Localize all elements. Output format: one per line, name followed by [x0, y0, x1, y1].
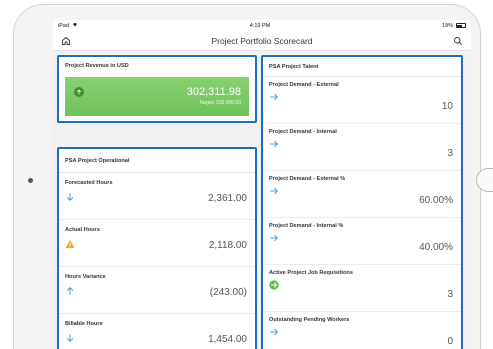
talent-panel: PSA Project Talent Project Demand - Exte…: [261, 55, 463, 349]
metric-value: 2,361.00: [208, 193, 247, 204]
metric-value: 40.00%: [419, 242, 453, 253]
status-left: iPad: [58, 22, 78, 29]
wifi-icon: [72, 22, 78, 29]
metric-demand-external[interactable]: Project Demand - External 10: [263, 77, 461, 124]
revenue-panel[interactable]: Project Revenue in USD 302,311.98 Target…: [57, 55, 257, 123]
camera-dot: [28, 178, 33, 183]
battery-icon: [455, 23, 466, 28]
metric-actual-hours[interactable]: Actual Hours 2,118.00: [59, 220, 255, 267]
arrow-down-icon: [65, 192, 75, 202]
arrow-right-icon: [269, 233, 279, 243]
metric-label: Hours Variance: [65, 274, 106, 280]
revenue-target: Target: 310,000.00: [199, 100, 241, 106]
metric-label: Active Project Job Requisitions: [269, 270, 353, 276]
arrow-right-icon: [269, 92, 279, 102]
search-icon[interactable]: [452, 35, 464, 47]
dashboard-content: Project Revenue in USD 302,311.98 Target…: [53, 51, 471, 349]
metric-demand-internal-pct[interactable]: Project Demand - Internal % 40.00%: [263, 218, 461, 265]
metric-value: 60.00%: [419, 195, 453, 206]
metric-demand-internal[interactable]: Project Demand - Internal 3: [263, 124, 461, 171]
revenue-tile[interactable]: 302,311.98 Target: 310,000.00: [65, 77, 249, 116]
metric-label: Project Demand - External: [269, 82, 339, 88]
metric-forecasted-hours[interactable]: Forecasted Hours 2,361.00: [59, 173, 255, 220]
revenue-title: Project Revenue in USD: [65, 63, 129, 69]
arrow-down-icon: [65, 333, 75, 343]
nav-bar: Project Portfolio Scorecard: [53, 31, 471, 51]
operational-title: PSA Project Operational: [59, 149, 255, 173]
page-title: Project Portfolio Scorecard: [211, 35, 313, 46]
talent-title: PSA Project Talent: [263, 57, 461, 77]
metric-label: Actual Hours: [65, 227, 100, 233]
battery-percent: 19%: [441, 22, 453, 29]
home-button: [476, 168, 493, 192]
metric-hours-variance[interactable]: Hours Variance (243.00): [59, 267, 255, 314]
metric-label: Billable Hours: [65, 321, 103, 327]
arrow-right-icon: [269, 139, 279, 149]
metric-billable-hours[interactable]: Billable Hours 1,454.00: [59, 314, 255, 349]
metric-pending-workers[interactable]: Outstanding Pending Workers 0: [263, 312, 461, 349]
metric-value: 2,118.00: [208, 240, 247, 251]
status-time: 4:19 PM: [249, 22, 271, 29]
metric-label: Outstanding Pending Workers: [269, 317, 350, 323]
metric-value: 3: [447, 148, 453, 159]
arrow-right-circle-icon: [269, 280, 279, 290]
metric-value: (243.00): [209, 287, 247, 298]
operational-panel: PSA Project Operational Forecasted Hours…: [57, 147, 257, 349]
arrow-right-icon: [269, 186, 279, 196]
device-label: iPad: [58, 22, 70, 29]
metric-label: Forecasted Hours: [65, 180, 113, 186]
metric-label: Project Demand - Internal %: [269, 223, 344, 229]
up-arrow-circle-icon: [74, 87, 84, 97]
metric-value: 10: [441, 101, 453, 112]
metric-demand-external-pct[interactable]: Project Demand - External % 60.00%: [263, 171, 461, 218]
arrow-right-icon: [269, 327, 279, 337]
arrow-up-icon: [65, 286, 75, 296]
home-icon[interactable]: [60, 35, 72, 47]
metric-value: 3: [447, 289, 453, 300]
metric-label: Project Demand - Internal: [269, 129, 337, 135]
metric-value: 0: [447, 336, 453, 347]
revenue-value: 302,311.98: [186, 86, 241, 98]
metric-value: 1,454.00: [208, 334, 247, 345]
metric-active-requisitions[interactable]: Active Project Job Requisitions 3: [263, 265, 461, 312]
warning-triangle-icon: [65, 239, 75, 249]
screen: iPad 4:19 PM 19% Project Portfolio Score…: [53, 20, 471, 349]
status-right: 19%: [442, 23, 466, 29]
status-bar: iPad 4:19 PM 19%: [53, 20, 471, 31]
metric-label: Project Demand - External %: [269, 176, 346, 182]
